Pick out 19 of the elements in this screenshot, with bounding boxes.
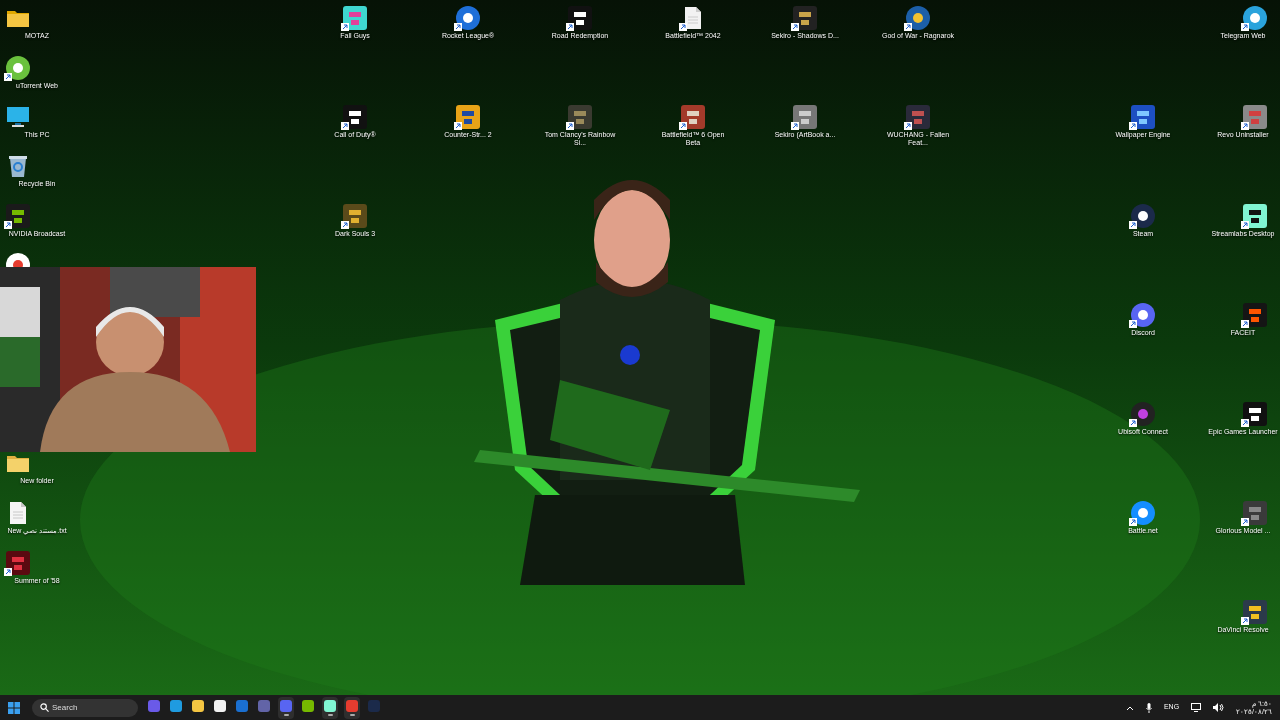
search-icon <box>40 703 49 712</box>
app-icon <box>324 699 336 712</box>
app-icon <box>214 699 226 712</box>
app-icon <box>346 699 358 712</box>
app-icon <box>258 699 270 712</box>
app-icon <box>302 699 314 712</box>
app-icon <box>148 699 160 712</box>
search-field[interactable]: Search <box>32 698 138 717</box>
start-icon[interactable] <box>8 701 20 714</box>
folder-icon <box>192 699 204 712</box>
volume-icon[interactable] <box>1213 703 1225 712</box>
chevron-up-icon[interactable] <box>1125 704 1134 711</box>
microphone-icon[interactable] <box>1145 702 1152 713</box>
taskbar-button[interactable] <box>322 696 338 719</box>
app-icon <box>236 699 248 712</box>
app-icon <box>280 699 292 712</box>
display-icon[interactable] <box>1191 703 1202 712</box>
app-icon <box>170 699 182 712</box>
app-icon <box>368 699 380 712</box>
